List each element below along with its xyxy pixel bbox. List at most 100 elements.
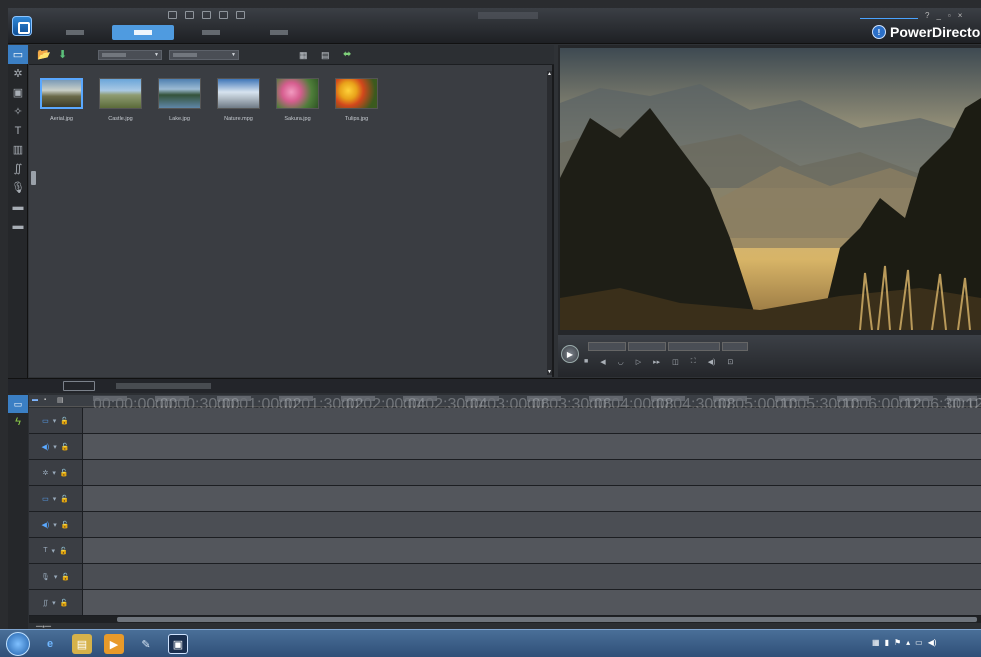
track-visibility-icon[interactable]: ▾ (52, 547, 56, 555)
library-scrollbar[interactable] (547, 71, 552, 375)
start-button[interactable] (6, 632, 30, 656)
media-filter-dropdown[interactable]: ▼ (98, 50, 162, 60)
speaker-icon[interactable]: ◀) (928, 638, 937, 647)
media-player-icon[interactable]: ▶ (104, 634, 124, 654)
track-lane[interactable] (83, 538, 981, 563)
fit-timeline-icon[interactable]: ▤ (57, 396, 64, 404)
download-media-icon[interactable]: ⬇ (58, 48, 67, 61)
lock-icon[interactable]: 🔓 (61, 521, 70, 529)
pip-room-icon[interactable]: ▣ (8, 83, 28, 102)
flag-icon[interactable]: ⚑ (894, 638, 901, 647)
menu-view[interactable] (94, 11, 108, 18)
title-room-icon[interactable]: T (8, 121, 28, 140)
powerdirector-taskbar-icon[interactable]: ▣ (168, 634, 188, 654)
storyboard-timeline-toggle[interactable] (63, 381, 95, 391)
preview-settings-icon[interactable]: ⊡ (727, 358, 733, 366)
track-lane[interactable] (83, 434, 981, 459)
aspect-ratio-icon[interactable] (219, 11, 228, 19)
close-button[interactable]: × (958, 11, 963, 20)
lock-icon[interactable]: 🔓 (60, 599, 69, 607)
timeline-view-icon[interactable]: ▭ (8, 395, 28, 413)
track-lane[interactable] (83, 408, 981, 433)
media-item-tulips[interactable]: Tulips.jpg (335, 78, 378, 122)
effect-room-icon[interactable]: ✲ (8, 64, 28, 83)
tab-capture[interactable] (44, 25, 106, 40)
camera-icon[interactable]: ◫ (672, 358, 679, 366)
menu-file[interactable] (42, 11, 56, 18)
fullscreen-icon[interactable]: ⛶ (691, 358, 696, 366)
volume-icon[interactable]: ◀) (708, 358, 716, 366)
track-lane[interactable] (83, 486, 981, 511)
track-visibility-icon[interactable]: ▾ (53, 495, 57, 503)
stop-icon[interactable]: ■ (584, 358, 588, 366)
media-item-castle[interactable]: Castle.jpg (99, 78, 142, 122)
movie-mode-button[interactable] (628, 342, 666, 351)
audio-mixing-icon[interactable]: ∬ (8, 159, 28, 178)
sign-in-link[interactable] (860, 11, 918, 19)
network-icon[interactable]: ▮ (885, 638, 889, 647)
timecode-display[interactable] (668, 342, 720, 351)
import-media-icon[interactable]: 📂 (37, 48, 51, 61)
tab-create-disc[interactable] (248, 25, 310, 40)
track-visibility-icon[interactable]: ▾ (54, 573, 58, 581)
save-icon[interactable] (168, 11, 177, 19)
minimize-button[interactable]: _ (936, 11, 940, 20)
track-lane[interactable] (83, 590, 981, 615)
settings-icon[interactable] (236, 11, 245, 19)
track-visibility-icon[interactable]: ▾ (52, 469, 56, 477)
media-room-icon[interactable]: ▭ (8, 45, 28, 64)
zoom-dropdown[interactable] (722, 342, 748, 351)
internet-explorer-icon[interactable]: e (40, 634, 60, 654)
snapshot-icon[interactable]: ◡ (618, 358, 624, 366)
track-lane[interactable] (83, 564, 981, 589)
menu-edit[interactable] (68, 11, 82, 18)
chapter-icon[interactable]: ▬ (8, 197, 28, 216)
tab-produce[interactable] (180, 25, 242, 40)
play-button[interactable]: ▶ (561, 345, 579, 363)
paint-icon[interactable]: ✎ (136, 634, 156, 654)
keyboard-icon[interactable]: ▦ (872, 638, 880, 647)
powerdirector-logo-icon[interactable] (12, 16, 32, 36)
lock-icon[interactable]: 🔓 (60, 417, 69, 425)
track-visibility-icon[interactable]: ▾ (53, 521, 57, 529)
grid-view-icon[interactable]: ▦ (299, 50, 308, 61)
scrollbar-thumb[interactable] (117, 617, 977, 622)
timeline-scrollbar[interactable] (29, 616, 981, 623)
media-item-sakura[interactable]: Sakura.jpg (276, 78, 319, 122)
media-item-aerial[interactable]: Aerial.jpg (40, 78, 83, 122)
media-item-lake[interactable]: Lake.jpg (158, 78, 201, 122)
lock-icon[interactable]: 🔓 (61, 573, 70, 581)
subtitle-icon[interactable]: ▬ (8, 216, 28, 235)
library-menu-icon[interactable]: ▤ (321, 50, 330, 61)
tab-edit[interactable] (112, 25, 174, 40)
restore-button[interactable]: ▫ (948, 11, 951, 20)
magic-tools-icon[interactable]: ϟ (8, 413, 28, 431)
track-visibility-icon[interactable]: ▾ (52, 599, 56, 607)
track-visibility-icon[interactable]: ▾ (53, 443, 57, 451)
media-sort-dropdown[interactable]: ▼ (169, 50, 239, 60)
previous-frame-icon[interactable]: ◀ (600, 358, 605, 366)
media-item-nature[interactable]: Nature.mpg (217, 78, 260, 122)
lock-icon[interactable]: 🔓 (60, 495, 69, 503)
clip-mode-button[interactable] (588, 342, 626, 351)
track-lane[interactable] (83, 512, 981, 537)
display-icon[interactable]: ▭ (915, 638, 923, 647)
show-hidden-icons-icon[interactable]: ▴ (906, 638, 910, 647)
menu-play[interactable] (120, 11, 134, 18)
file-explorer-icon[interactable]: ▤ (72, 634, 92, 654)
track-visibility-icon[interactable]: ▾ (53, 417, 57, 425)
timeline-ruler[interactable]: ▬ ▪ ▤ 00;00;00;00 00;00;30;00 00;01;00;0… (29, 395, 981, 413)
particle-room-icon[interactable]: ✧ (8, 102, 28, 121)
explore-icon[interactable]: ⬌ (343, 49, 351, 60)
help-button[interactable]: ? (925, 11, 929, 20)
next-frame-icon[interactable]: ▷ (636, 358, 641, 366)
panel-collapse-handle[interactable] (31, 171, 36, 185)
marker-icon[interactable]: ▪ (44, 397, 46, 403)
voice-over-icon[interactable]: 🎙 (8, 178, 28, 197)
redo-icon[interactable] (202, 11, 211, 19)
transition-room-icon[interactable]: ▥ (8, 140, 28, 159)
lock-icon[interactable]: 🔓 (61, 443, 70, 451)
track-manager-icon[interactable]: ▬ (32, 397, 38, 403)
undo-icon[interactable] (185, 11, 194, 19)
fast-forward-icon[interactable]: ▸▸ (653, 358, 660, 366)
